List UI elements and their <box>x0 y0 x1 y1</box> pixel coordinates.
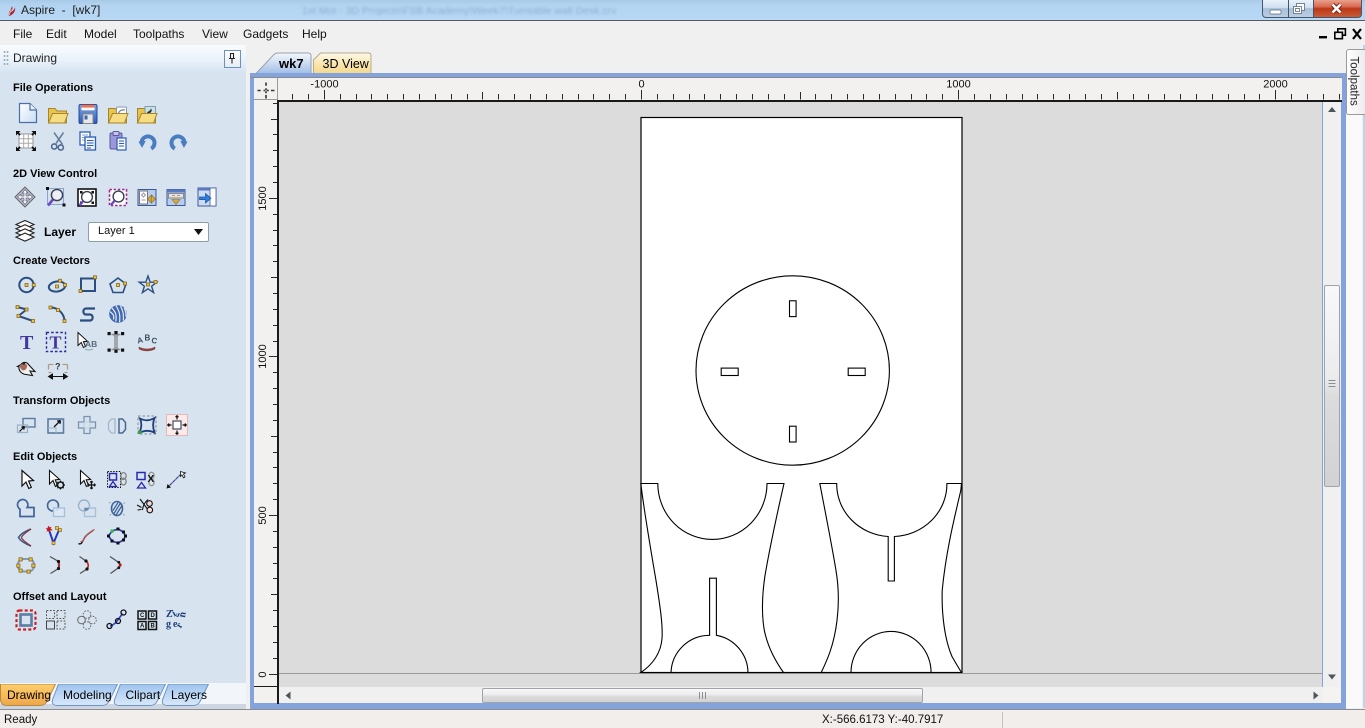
svg-text:?: ? <box>55 362 61 372</box>
svg-text:500: 500 <box>257 506 269 524</box>
svg-text:-1000: -1000 <box>310 78 338 90</box>
svg-text:0: 0 <box>638 78 644 90</box>
svg-text:Toolpaths: Toolpaths <box>1348 57 1360 106</box>
svg-text:1500: 1500 <box>257 186 269 210</box>
svg-text:wk7: wk7 <box>278 56 304 71</box>
svg-text:T: T <box>50 333 62 353</box>
svg-text:C: C <box>140 613 145 619</box>
svg-text:B: B <box>151 624 156 630</box>
svg-text:Modeling: Modeling <box>63 688 112 702</box>
svg-text:0: 0 <box>257 671 269 677</box>
svg-text:T: T <box>20 332 34 354</box>
svg-text:A: A <box>136 335 144 345</box>
svg-text:C: C <box>150 336 158 346</box>
svg-text:Drawing: Drawing <box>7 688 51 702</box>
svg-text:B: B <box>145 334 151 343</box>
svg-text:g: g <box>166 619 171 630</box>
svg-text:1000: 1000 <box>946 78 970 90</box>
svg-text:Layers: Layers <box>171 688 207 702</box>
svg-text:AB: AB <box>85 339 97 349</box>
svg-text:Clipart: Clipart <box>126 688 161 702</box>
svg-text:1000: 1000 <box>257 344 269 368</box>
svg-text:A: A <box>140 624 145 630</box>
svg-text:D: D <box>151 613 156 619</box>
svg-text:u: u <box>177 611 189 619</box>
svg-text:X: X <box>148 474 155 485</box>
svg-text:2000: 2000 <box>1263 78 1287 90</box>
svg-text:3D View: 3D View <box>323 57 370 71</box>
